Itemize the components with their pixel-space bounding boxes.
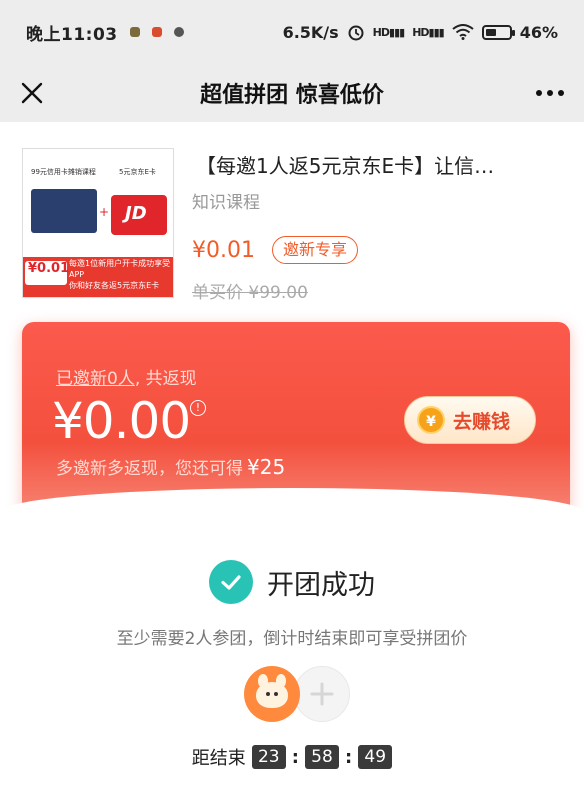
close-icon[interactable] [14,75,50,111]
notification-icons [129,27,184,37]
product-price: ¥0.01 [192,238,255,263]
status-right: 6.5K/s HD▮▮▮ HD▮▮▮ 46% [283,23,558,42]
check-circle-icon [209,560,253,604]
signal-icon: HD▮▮▮ [412,25,445,39]
nav-bar: 超值拼团 惊喜低价 [0,64,584,122]
battery-percent: 46% [519,22,558,42]
countdown-minutes: 58 [305,745,339,769]
product-title[interactable]: 【每邀1人返5元京东E卡】让信… [196,150,570,179]
earn-money-label: 去赚钱 [453,410,511,433]
countdown-label: 距结束 [191,748,246,769]
app-notification-icon [173,27,184,37]
app-notification-icon [151,27,162,37]
member-avatars [244,666,354,726]
invited-link[interactable]: 已邀新0人 [56,369,135,389]
battery-icon [481,24,515,40]
original-price: 单买价 ¥99.00 [192,283,308,303]
coin-icon: ¥ [417,406,445,434]
group-hint: 至少需要2人参团，倒计时结束即可享受拼团价 [116,629,468,649]
more-rebate-value: ¥25 [247,455,286,479]
product-card[interactable]: 99元信用卡摊销课程 5元京东E卡 + JD ¥0.01 每邀1位新用户开卡成功… [0,122,584,322]
success-row: 开团成功 [0,560,584,604]
app-notification-icon [129,27,140,37]
more-options-icon[interactable] [532,78,568,108]
countdown-separator: : [291,746,299,768]
product-category: 知识课程 [192,193,260,213]
thumb-header-right: 5元京东E卡 [119,168,156,176]
thumb-header-left: 99元信用卡摊销课程 [31,168,96,176]
product-thumbnail[interactable]: 99元信用卡摊销课程 5元京东E卡 + JD ¥0.01 每邀1位新用户开卡成功… [22,148,174,298]
group-success-section: 开团成功 至少需要2人参团，倒计时结束即可享受拼团价 距结束 23 : 58 :… [0,488,584,812]
more-rebate-text: 多邀新多返现，您还可得 ¥25 [56,455,286,479]
plus-icon: + [99,205,110,219]
status-time: 晚上11:03 [26,24,118,45]
avatar [244,666,300,722]
countdown-seconds: 49 [358,745,393,769]
jd-card-image: JD [111,195,167,235]
thumb-promo-text: 每邀1位新用户开卡成功享受APP 你和好友各返5元京东E卡 [69,259,171,290]
alarm-icon [348,25,364,41]
rebate-amount: ¥0.00 [52,392,191,450]
jd-card-label: JD [125,203,147,224]
info-icon[interactable]: ! [190,400,206,416]
countdown-separator: : [345,746,353,768]
add-member-button[interactable] [294,666,350,722]
new-user-tag: 邀新专享 [272,236,359,264]
credit-card-image [31,189,97,233]
countdown: 距结束 23 : 58 : 49 [0,744,584,770]
wifi-icon [452,24,474,40]
thumb-price: ¥0.01 [25,261,69,285]
page-title: 超值拼团 惊喜低价 [200,83,384,108]
status-bar: 晚上11:03 6.5K/s HD▮▮▮ HD▮▮▮ 46% [0,0,584,64]
earn-money-button[interactable]: ¥ 去赚钱 [404,396,536,444]
network-speed: 6.5K/s [282,22,339,42]
countdown-hours: 23 [251,745,286,769]
invited-summary: 已邀新0人, 共返现 [56,369,197,389]
group-status: 开团成功 [267,569,375,601]
signal-icon: HD▮▮▮ [372,25,406,39]
